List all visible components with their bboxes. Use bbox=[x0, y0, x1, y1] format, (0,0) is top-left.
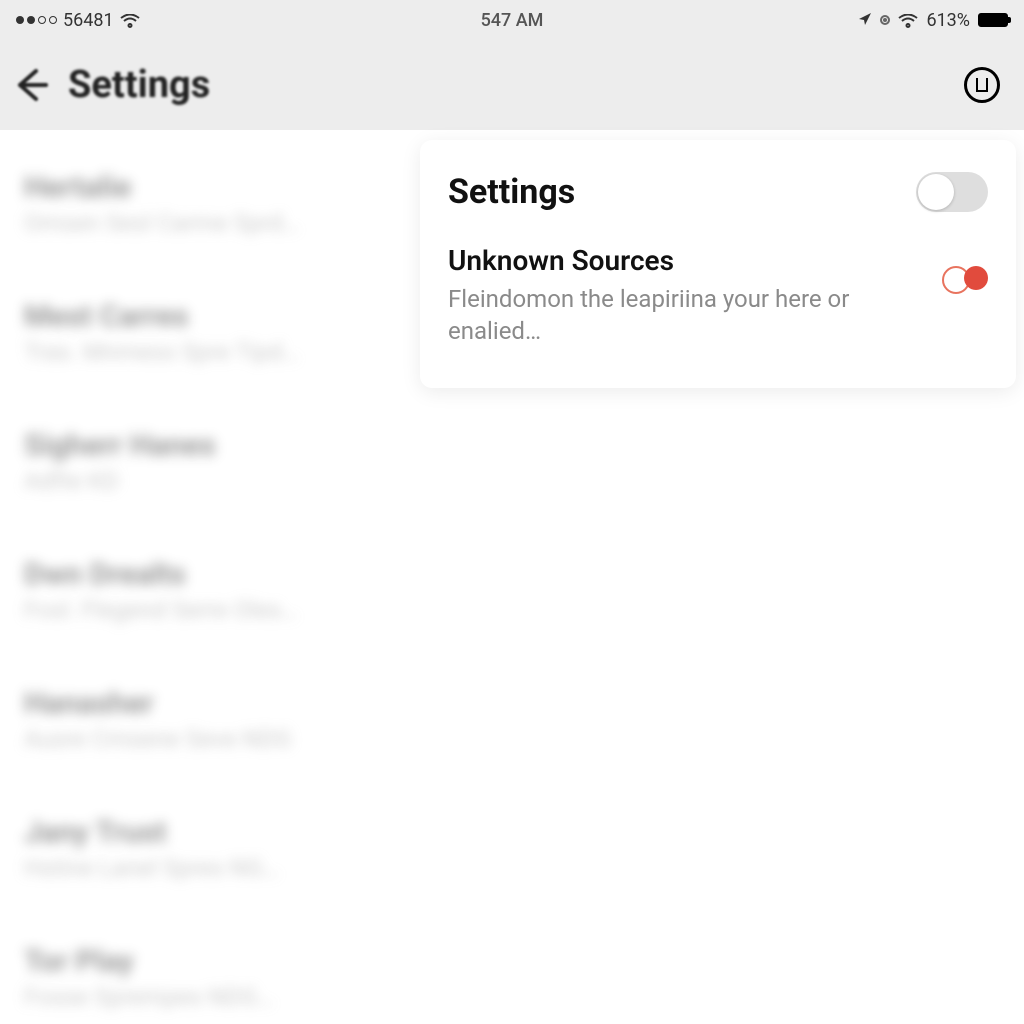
list-item-subtitle: Ausre Cmsene Seve NDG bbox=[24, 725, 391, 753]
unknown-sources-toggle[interactable] bbox=[942, 264, 988, 292]
list-item-title: Dwn Drealts bbox=[24, 557, 391, 592]
setting-title: Unknown Sources bbox=[448, 244, 922, 277]
setting-row-unknown-sources[interactable]: Unknown Sources Fleindomon the leapiriin… bbox=[448, 244, 988, 348]
list-item[interactable]: Jany Trust Hstine Lanel Spres NG… bbox=[24, 815, 391, 882]
settings-panel: Settings Unknown Sources Fleindomon the … bbox=[420, 140, 1016, 388]
recording-icon bbox=[880, 15, 890, 25]
status-left: 56481 bbox=[16, 10, 140, 31]
list-item-subtitle: Hstine Lanel Spres NG… bbox=[24, 854, 391, 882]
list-item[interactable]: Sigherr Hanes Adfte KD bbox=[24, 428, 391, 495]
list-item-subtitle: Omsen Sesl Carme Sprd… bbox=[24, 209, 391, 237]
list-item-title: Hertalie bbox=[24, 170, 391, 205]
list-item-subtitle: Adfte KD bbox=[24, 467, 391, 495]
status-time: 547 AM bbox=[481, 10, 544, 31]
status-bar: 56481 547 AM 613% bbox=[0, 0, 1024, 40]
content-area: Hertalie Omsen Sesl Carme Sprd… Mest Car… bbox=[0, 130, 1024, 1024]
save-button[interactable] bbox=[964, 67, 1000, 103]
list-item[interactable]: Hanasher Ausre Cmsene Seve NDG bbox=[24, 686, 391, 753]
nav-bar: Settings bbox=[0, 40, 1024, 130]
carrier-label: 56481 bbox=[63, 10, 114, 31]
battery-icon bbox=[978, 13, 1008, 27]
location-icon bbox=[858, 10, 872, 31]
list-item-title: Tor Play bbox=[24, 944, 391, 979]
sidebar-list: Hertalie Omsen Sesl Carme Sprd… Mest Car… bbox=[0, 130, 415, 1024]
back-arrow-icon[interactable] bbox=[12, 67, 48, 103]
status-right: 613% bbox=[858, 10, 1008, 31]
list-item[interactable]: Tor Play Fosse Sprempes NDG… bbox=[24, 944, 391, 1011]
save-icon bbox=[976, 78, 988, 92]
list-item-title: Mest Carres bbox=[24, 299, 391, 334]
list-item[interactable]: Mest Carres Tras. Mnmess Spre Tipd… bbox=[24, 299, 391, 366]
list-item-subtitle: Fosl. Flegend Serre Oles… bbox=[24, 596, 391, 624]
battery-percent: 613% bbox=[926, 10, 970, 31]
list-item-title: Jany Trust bbox=[24, 815, 391, 850]
list-item-subtitle: Tras. Mnmess Spre Tipd… bbox=[24, 338, 391, 366]
setting-description: Fleindomon the leapiriina your here or e… bbox=[448, 283, 922, 348]
panel-header: Settings bbox=[448, 172, 988, 212]
list-item-title: Sigherr Hanes bbox=[24, 428, 391, 463]
panel-title: Settings bbox=[448, 172, 575, 212]
signal-dots-icon bbox=[16, 16, 57, 24]
wifi-icon-2 bbox=[898, 13, 918, 28]
main-toggle[interactable] bbox=[916, 172, 988, 212]
list-item-title: Hanasher bbox=[24, 686, 391, 721]
list-item[interactable]: Hertalie Omsen Sesl Carme Sprd… bbox=[24, 170, 391, 237]
wifi-icon bbox=[120, 13, 140, 28]
page-title: Settings bbox=[68, 63, 210, 107]
setting-text: Unknown Sources Fleindomon the leapiriin… bbox=[448, 244, 922, 348]
list-item-subtitle: Fosse Sprempes NDG… bbox=[24, 983, 391, 1011]
list-item[interactable]: Dwn Drealts Fosl. Flegend Serre Oles… bbox=[24, 557, 391, 624]
